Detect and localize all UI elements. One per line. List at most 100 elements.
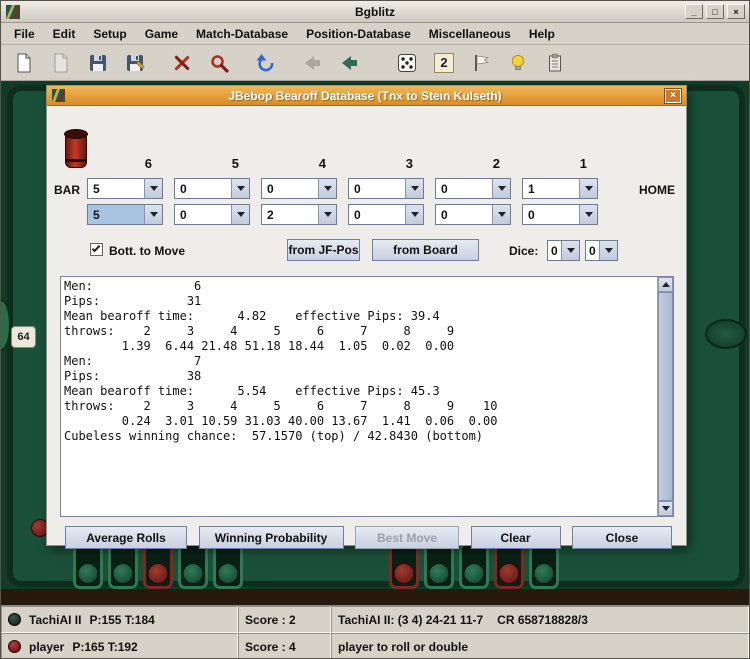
top-point1-combo[interactable]: 1: [522, 178, 598, 199]
resign-flag-icon[interactable]: [466, 48, 496, 78]
top-point2-combo[interactable]: 0: [435, 178, 511, 199]
checker-tray-left: [73, 543, 243, 589]
menu-file[interactable]: File: [5, 25, 44, 43]
red-checker[interactable]: [499, 563, 520, 584]
chevron-down-icon[interactable]: [144, 205, 162, 224]
green-checker[interactable]: [113, 563, 134, 584]
bearoff-output-text: Men: 6 Pips: 31 Mean bearoff time: 4.82 …: [62, 278, 656, 515]
player1-name: TachiAI II: [29, 613, 81, 627]
average-rolls-button[interactable]: Average Rolls: [65, 526, 187, 549]
bearoff-database-dialog: JBebop Bearoff Database (Tnx to Stein Ku…: [46, 85, 687, 546]
close-dialog-button[interactable]: Close: [572, 526, 672, 549]
top-point5-combo[interactable]: 0: [174, 178, 250, 199]
vertical-scrollbar[interactable]: [657, 277, 673, 516]
dice2-combo[interactable]: 0: [585, 240, 618, 261]
checker-tray-right: [389, 543, 559, 589]
top-point4-combo[interactable]: 0: [261, 178, 337, 199]
chevron-down-icon[interactable]: [231, 205, 249, 224]
tray-socket: [108, 543, 138, 589]
dialog-close-button[interactable]: ×: [665, 89, 681, 103]
chevron-down-icon[interactable]: [492, 179, 510, 198]
tray-socket: [178, 543, 208, 589]
app-icon: [6, 5, 20, 19]
dice-cup-icon: [65, 132, 87, 168]
dialog-titlebar[interactable]: JBebop Bearoff Database (Tnx to Stein Ku…: [47, 86, 686, 106]
previous-arrow-icon[interactable]: [335, 48, 365, 78]
player1-stats: P:155 T:184: [89, 613, 154, 627]
dice-icon[interactable]: [392, 48, 422, 78]
chevron-down-icon[interactable]: [492, 205, 510, 224]
green-checker[interactable]: [183, 563, 204, 584]
bott-to-move-checkbox[interactable]: [90, 243, 103, 256]
new-document-icon[interactable]: [9, 48, 39, 78]
toolbar: 2: [1, 45, 749, 81]
bottom-point4-combo[interactable]: 2: [261, 204, 337, 225]
top-point3-combo[interactable]: 0: [348, 178, 424, 199]
bottom-point2-combo[interactable]: 0: [435, 204, 511, 225]
double-cube-icon[interactable]: 2: [429, 48, 459, 78]
column-header: 3: [348, 156, 424, 171]
top-player-combo-row: 5 0 0 0 0 1: [87, 178, 598, 199]
doubling-cube[interactable]: 64: [11, 326, 36, 348]
red-checker[interactable]: [148, 563, 169, 584]
chevron-down-icon[interactable]: [144, 179, 162, 198]
chevron-down-icon[interactable]: [405, 205, 423, 224]
green-checker[interactable]: [534, 563, 555, 584]
from-jf-pos-button[interactable]: from JF-Pos: [287, 239, 360, 261]
menu-help[interactable]: Help: [520, 25, 564, 43]
chevron-down-icon[interactable]: [579, 205, 597, 224]
chevron-down-icon[interactable]: [318, 205, 336, 224]
maximize-button[interactable]: □: [706, 4, 724, 19]
bottom-point5-combo[interactable]: 0: [174, 204, 250, 225]
menu-edit[interactable]: Edit: [44, 25, 85, 43]
top-point6-combo[interactable]: 5: [87, 178, 163, 199]
player2-stats: P:165 T:192: [72, 640, 137, 654]
bottom-point6-combo[interactable]: 5: [87, 204, 163, 225]
clear-button[interactable]: Clear: [471, 526, 561, 549]
menu-match-database[interactable]: Match-Database: [187, 25, 297, 43]
scroll-up-icon[interactable]: [658, 277, 673, 292]
green-checker[interactable]: [429, 563, 450, 584]
minimize-button[interactable]: _: [685, 4, 703, 19]
menu-setup[interactable]: Setup: [84, 25, 135, 43]
bottom-point3-combo[interactable]: 0: [348, 204, 424, 225]
scrollbar-thumb[interactable]: [658, 292, 673, 501]
undo-icon[interactable]: [251, 48, 281, 78]
green-checker[interactable]: [218, 563, 239, 584]
analyze-icon[interactable]: [204, 48, 234, 78]
copy-position-icon[interactable]: [540, 48, 570, 78]
chevron-down-icon[interactable]: [318, 179, 336, 198]
tray-socket: [494, 543, 524, 589]
save-as-icon[interactable]: [120, 48, 150, 78]
bearoff-output-area[interactable]: Men: 6 Pips: 31 Mean bearoff time: 4.82 …: [60, 276, 674, 517]
red-checker[interactable]: [394, 563, 415, 584]
back-arrow-icon[interactable]: [298, 48, 328, 78]
chevron-down-icon[interactable]: [561, 241, 579, 260]
green-checker[interactable]: [464, 563, 485, 584]
close-button[interactable]: ×: [727, 4, 745, 19]
chevron-down-icon[interactable]: [579, 179, 597, 198]
open-document-icon[interactable]: [46, 48, 76, 78]
chevron-down-icon[interactable]: [405, 179, 423, 198]
menu-miscellaneous[interactable]: Miscellaneous: [420, 25, 520, 43]
green-checker[interactable]: [78, 563, 99, 584]
status-message-bottom: player to roll or double: [331, 633, 749, 659]
bottom-point1-combo[interactable]: 0: [522, 204, 598, 225]
from-board-button[interactable]: from Board: [372, 239, 479, 261]
bott-to-move-label: Bott. to Move: [109, 244, 185, 258]
winning-probability-button[interactable]: Winning Probability: [199, 526, 344, 549]
chevron-down-icon[interactable]: [231, 179, 249, 198]
save-icon[interactable]: [83, 48, 113, 78]
dialog-button-row: Average Rolls Winning Probability Best M…: [65, 526, 672, 549]
window-titlebar[interactable]: Bgblitz _ □ ×: [1, 1, 749, 23]
bar-label: BAR: [54, 183, 80, 197]
dice-label: Dice:: [509, 244, 538, 258]
chevron-down-icon[interactable]: [599, 241, 617, 260]
tools-icon[interactable]: [167, 48, 197, 78]
hint-bulb-icon[interactable]: [503, 48, 533, 78]
menu-game[interactable]: Game: [136, 25, 187, 43]
menu-position-database[interactable]: Position-Database: [297, 25, 420, 43]
board-right-knob: [705, 319, 747, 349]
dice1-combo[interactable]: 0: [547, 240, 580, 261]
scroll-down-icon[interactable]: [658, 501, 673, 516]
